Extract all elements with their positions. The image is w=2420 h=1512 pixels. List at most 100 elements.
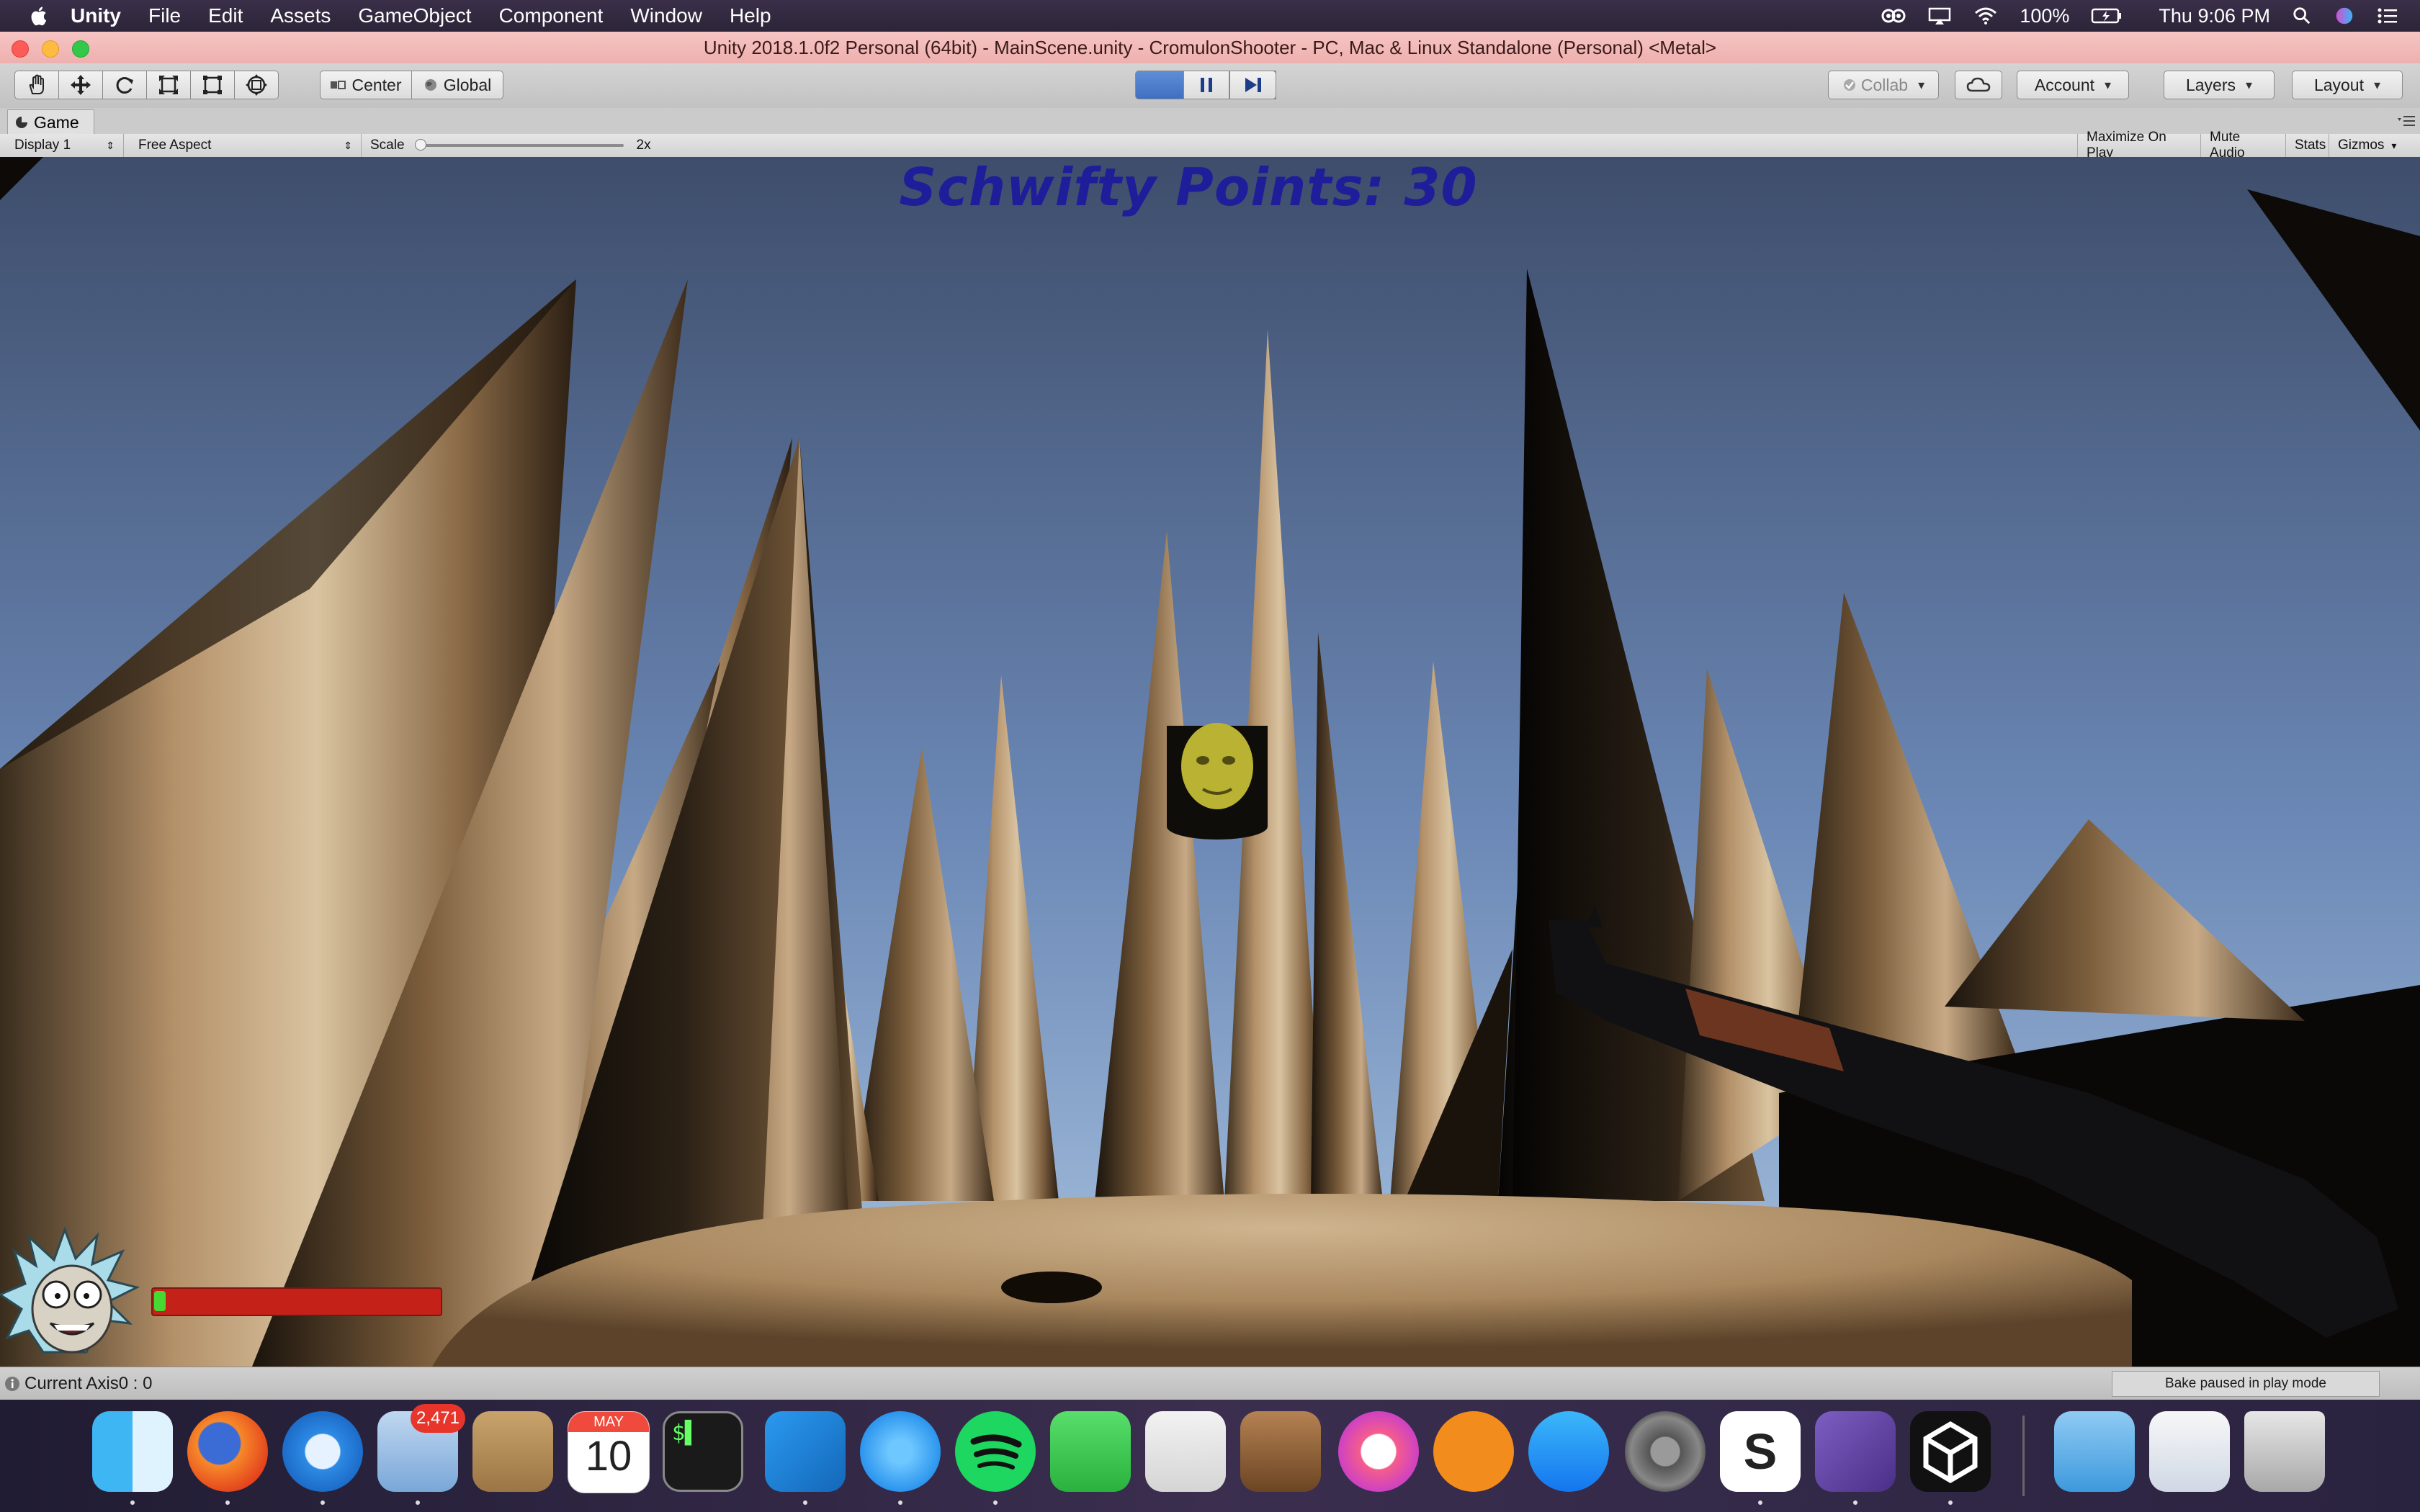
cloud-icon <box>1966 77 1991 92</box>
aspect-select[interactable]: Free Aspect ⇕ <box>130 134 362 157</box>
game-view[interactable]: Schwifty Points: 30 <box>0 157 2420 1367</box>
health-bar <box>151 1287 442 1316</box>
slack-icon[interactable]: S <box>1720 1411 1801 1492</box>
pause-icon <box>1201 78 1212 92</box>
maximize-on-play-toggle[interactable]: Maximize On Play <box>2077 130 2201 161</box>
bake-status[interactable]: Bake paused in play mode <box>2112 1371 2380 1397</box>
scale-value: 2x <box>636 138 651 153</box>
glasses-icon[interactable] <box>1881 6 1906 25</box>
mail-unread-badge: 2,471 <box>410 1404 465 1433</box>
documents-stack-icon[interactable] <box>2149 1411 2230 1492</box>
facetime-icon[interactable] <box>1050 1411 1131 1492</box>
console-status-message[interactable]: Current Axis0 : 0 <box>24 1374 152 1394</box>
calendar-icon[interactable]: MAY 10 <box>568 1411 650 1493</box>
battery-icon[interactable] <box>2091 6 2123 25</box>
downloads-folder-icon[interactable] <box>2054 1411 2135 1492</box>
stats-toggle[interactable]: Stats <box>2286 134 2329 157</box>
layers-dropdown[interactable]: Layers <box>2164 71 2275 99</box>
mail-icon[interactable]: 2,471 <box>377 1404 465 1492</box>
window-title-bar: Unity 2018.1.0f2 Personal (64bit) - Main… <box>0 32 2420 64</box>
spotify-waves-icon <box>970 1434 1022 1470</box>
account-label: Account <box>2034 75 2095 94</box>
siri-icon[interactable] <box>2334 6 2355 25</box>
contacts-icon[interactable] <box>472 1411 553 1492</box>
airplay-icon[interactable] <box>1927 6 1952 25</box>
apple-menu-icon[interactable] <box>29 5 49 27</box>
calendar-month: MAY <box>568 1412 649 1432</box>
layout-dropdown[interactable]: Layout <box>2292 71 2403 99</box>
info-icon <box>5 1377 19 1391</box>
move-icon <box>71 75 91 95</box>
wifi-icon[interactable] <box>1973 6 1998 25</box>
mute-audio-toggle[interactable]: Mute Audio <box>2201 130 2286 161</box>
trash-icon[interactable] <box>2244 1411 2325 1492</box>
menu-edit[interactable]: Edit <box>208 4 243 27</box>
minimize-window-button[interactable] <box>42 40 59 58</box>
spotlight-search-icon[interactable] <box>2292 6 2312 25</box>
panel-menu-icon[interactable] <box>2397 114 2416 128</box>
rect-tool-button[interactable] <box>190 71 235 99</box>
notification-center-icon[interactable] <box>2377 6 2398 25</box>
aspect-value: Free Aspect <box>138 138 212 153</box>
step-forward-icon <box>1245 78 1261 92</box>
menu-bar: Unity File Edit Assets GameObject Compon… <box>0 0 2420 32</box>
menu-gameobject[interactable]: GameObject <box>358 4 471 27</box>
menu-window[interactable]: Window <box>630 4 702 27</box>
space-global-toggle[interactable]: Global <box>411 71 503 99</box>
rotate-tool-button[interactable] <box>102 71 147 99</box>
spotify-icon[interactable] <box>955 1411 1036 1492</box>
cloud-services-button[interactable] <box>1955 71 2002 99</box>
transform-tool-button[interactable] <box>234 71 279 99</box>
scale-slider-thumb[interactable] <box>414 139 426 150</box>
select-arrows-icon: ⇕ <box>344 139 352 151</box>
finder-icon[interactable] <box>92 1411 173 1492</box>
pause-button[interactable] <box>1183 71 1229 99</box>
unity-icon[interactable] <box>1910 1411 1991 1492</box>
collab-dropdown[interactable]: Collab <box>1828 71 1939 99</box>
menu-file[interactable]: File <box>148 4 181 27</box>
calendar-day: 10 <box>585 1433 632 1480</box>
itunes-icon[interactable] <box>1338 1411 1419 1492</box>
scale-tool-button[interactable] <box>146 71 191 99</box>
scale-control: Scale 2x <box>362 134 664 157</box>
appstore-icon[interactable] <box>1528 1411 1609 1492</box>
running-indicator <box>993 1500 998 1505</box>
running-indicator <box>130 1500 135 1505</box>
tab-game[interactable]: Game <box>7 109 94 135</box>
running-indicator <box>1758 1500 1762 1505</box>
vscode-icon[interactable] <box>765 1411 846 1492</box>
game-tab-label: Game <box>34 112 79 132</box>
menu-component[interactable]: Component <box>499 4 604 27</box>
firefox-icon[interactable] <box>187 1411 268 1492</box>
display-select[interactable]: Display 1 ⇕ <box>6 134 124 157</box>
panel-tab-strip: Game <box>0 108 2420 135</box>
game-view-controls: Display 1 ⇕ Free Aspect ⇕ Scale 2x Maxim… <box>0 130 2420 161</box>
books-icon[interactable] <box>1433 1411 1514 1492</box>
running-indicator <box>416 1500 420 1505</box>
pivot-icon <box>331 81 346 89</box>
system-preferences-icon[interactable] <box>1625 1411 1706 1492</box>
step-button[interactable] <box>1229 71 1276 99</box>
visual-studio-icon[interactable] <box>1815 1411 1896 1492</box>
menu-assets[interactable]: Assets <box>270 4 331 27</box>
terminal-icon[interactable]: $▌ <box>663 1411 743 1492</box>
menu-clock[interactable]: Thu 9:06 PM <box>2159 5 2270 27</box>
scale-slider[interactable] <box>414 139 624 150</box>
safari-icon[interactable] <box>282 1411 363 1492</box>
account-dropdown[interactable]: Account <box>2017 71 2129 99</box>
menu-app-name[interactable]: Unity <box>71 4 121 27</box>
battery-percent: 100% <box>2020 4 2070 27</box>
garageband-icon[interactable] <box>1240 1411 1321 1492</box>
pages-icon[interactable] <box>1145 1411 1226 1492</box>
gizmos-dropdown[interactable]: Gizmos ▾ <box>2329 134 2420 157</box>
move-tool-button[interactable] <box>58 71 103 99</box>
layout-label: Layout <box>2313 75 2364 94</box>
pivot-center-toggle[interactable]: Center <box>320 71 412 99</box>
zoom-window-button[interactable] <box>72 40 89 58</box>
close-window-button[interactable] <box>12 40 29 58</box>
pivot-label: Center <box>351 75 402 94</box>
messages-icon[interactable] <box>860 1411 941 1492</box>
menu-help[interactable]: Help <box>730 4 771 27</box>
running-indicator <box>803 1500 807 1505</box>
hand-tool-button[interactable] <box>14 71 59 99</box>
